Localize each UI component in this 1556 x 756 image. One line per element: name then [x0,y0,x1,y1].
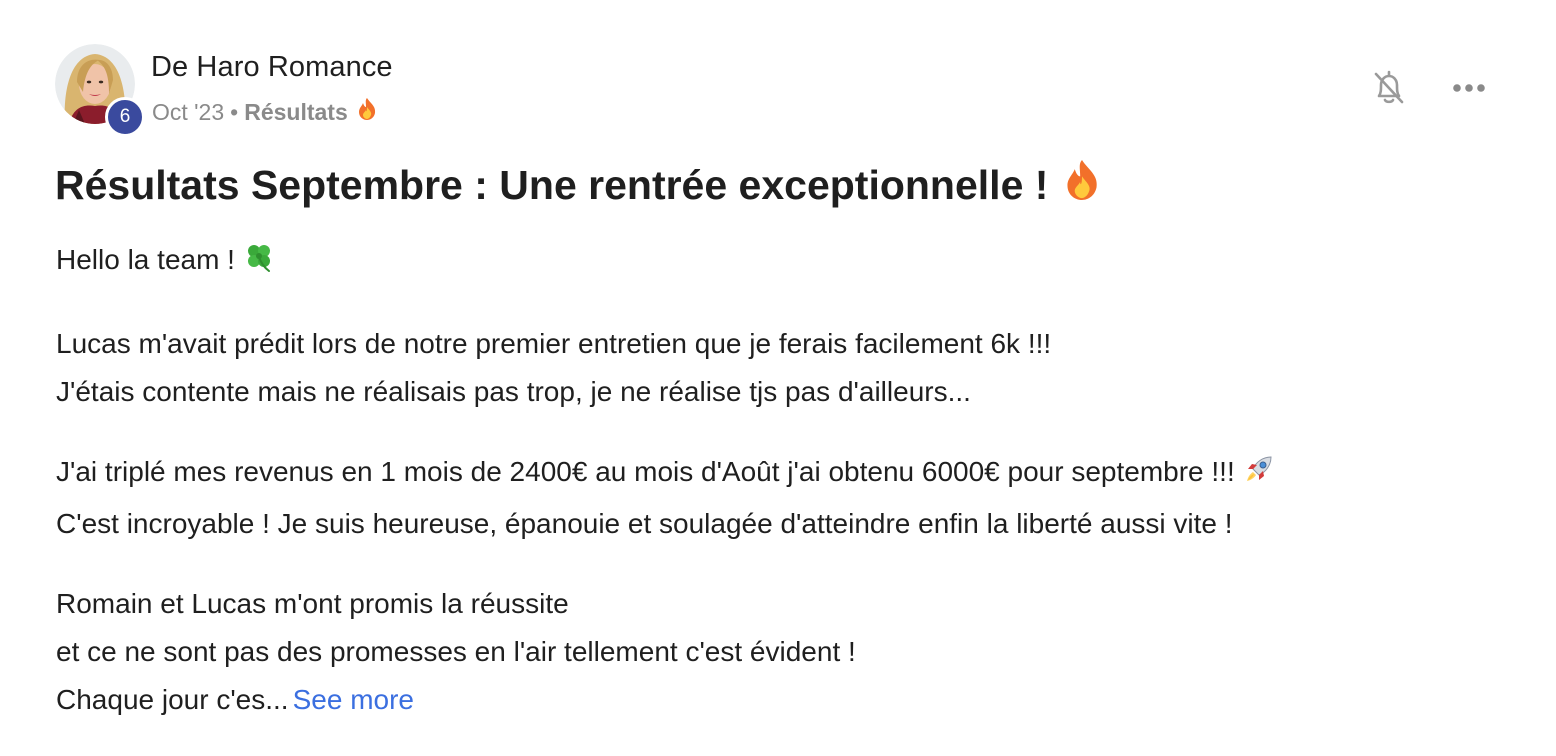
paragraph-3: Romain et Lucas m'ont promis la réussite… [56,580,1496,724]
meta-separator: • [230,98,239,125]
greeting-text: Hello la team ! [56,244,235,275]
paragraph-2: J'ai triplé mes revenus en 1 mois de 240… [56,448,1496,548]
paragraph-1: Lucas m'avait prédit lors de notre premi… [56,320,1496,416]
para2-line1-text: J'ai triplé mes revenus en 1 mois de 240… [56,456,1235,487]
body-line: Chaque jour c'es... See more [56,676,1496,724]
more-horizontal-icon [1453,84,1485,92]
post-date[interactable]: Oct '23 [152,99,224,126]
post-body: Hello la team ! Lucas m'avait prédit lor… [56,236,1496,756]
author-name[interactable]: De Haro Romance [151,51,393,84]
notification-toggle-button[interactable] [1370,68,1408,108]
post-title-text: Résultats Septembre : Une rentrée except… [55,161,1049,208]
rocket-icon [1243,452,1275,500]
body-line: Hello la team ! [56,236,1496,288]
author-avatar-wrapper[interactable]: 6 [55,44,145,137]
fire-icon [356,97,378,127]
level-badge: 6 [105,97,145,137]
body-line: C'est incroyable ! Je suis heureuse, épa… [56,508,1233,539]
fire-icon [1062,158,1102,212]
more-options-button[interactable] [1450,76,1488,100]
post-meta: Oct '23 • Résultats [152,97,378,127]
body-line: Lucas m'avait prédit lors de notre premi… [56,328,1052,359]
see-more-link[interactable]: See more [293,684,414,715]
body-line: J'ai triplé mes revenus en 1 mois de 240… [56,448,1496,500]
bell-off-icon [1374,70,1404,104]
post-card: 6 De Haro Romance Oct '23 • Résultats Ré… [0,0,1556,750]
post-category[interactable]: Résultats [244,99,348,126]
post-title[interactable]: Résultats Septembre : Une rentrée except… [55,158,1102,212]
body-line: et ce ne sont pas des promesses en l'air… [56,636,856,667]
body-line: J'étais contente mais ne réalisais pas t… [56,376,971,407]
paragraph-greeting: Hello la team ! [56,236,1496,288]
truncated-text: Chaque jour c'es... [56,684,289,715]
four-leaf-clover-icon [243,240,275,288]
body-line: Romain et Lucas m'ont promis la réussite [56,588,569,619]
